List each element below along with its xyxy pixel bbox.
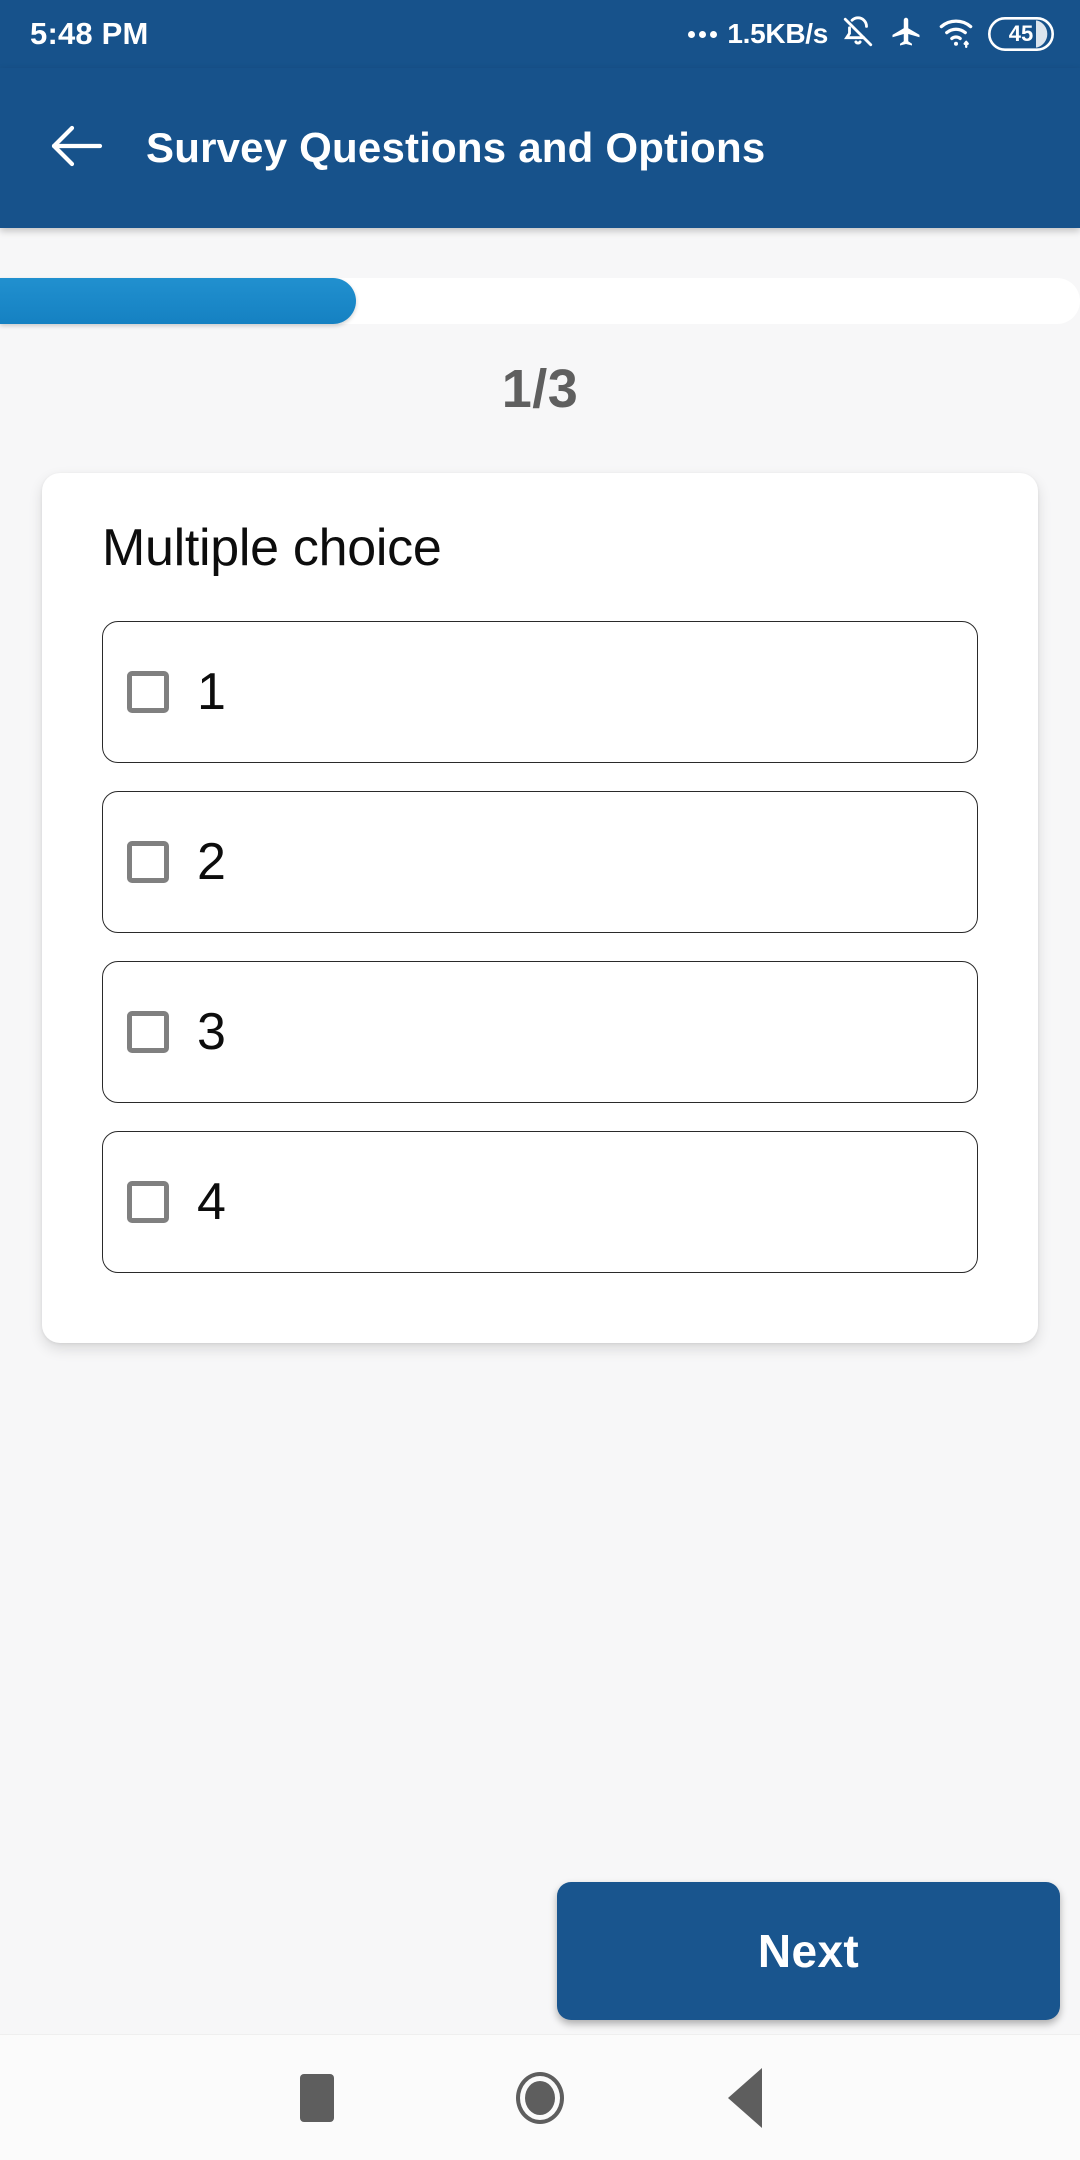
question-card: Multiple choice 1 2 3 4: [42, 473, 1038, 1343]
network-speed-label: 1.5KB/s: [727, 18, 828, 49]
airplane-mode-icon: [888, 14, 924, 55]
page-title: Survey Questions and Options: [146, 124, 766, 171]
survey-progress-fill: [0, 278, 357, 324]
option-label: 4: [197, 1172, 226, 1231]
option-row[interactable]: 3: [102, 960, 978, 1103]
home-button[interactable]: [470, 2035, 610, 2160]
option-label: 1: [197, 662, 226, 721]
status-bar: 5:48 PM 1.5KB/s 45: [0, 0, 1080, 68]
notifications-muted-icon: [841, 15, 875, 54]
circle-icon: [516, 2072, 564, 2124]
triangle-left-icon: [728, 2068, 762, 2128]
checkbox-icon[interactable]: [127, 670, 169, 713]
question-counter: 1/3: [501, 359, 579, 419]
battery-icon: 45: [988, 17, 1054, 51]
checkbox-icon[interactable]: [127, 1010, 169, 1053]
back-navigation-button[interactable]: [28, 100, 124, 196]
system-navigation-bar: [0, 2034, 1080, 2160]
overflow-dots-icon: [688, 30, 718, 38]
option-list: 1 2 3 4: [102, 620, 978, 1273]
option-row[interactable]: 4: [102, 1130, 978, 1273]
app-bar: Survey Questions and Options: [0, 68, 1080, 228]
option-label: 2: [197, 832, 226, 891]
question-title: Multiple choice: [102, 519, 442, 577]
recents-button[interactable]: [247, 2035, 387, 2160]
wifi-icon: [937, 15, 975, 54]
checkbox-icon[interactable]: [127, 1180, 169, 1223]
square-icon: [300, 2074, 334, 2122]
option-row[interactable]: 2: [102, 790, 978, 933]
status-icons-group: 1.5KB/s 45: [688, 14, 1054, 55]
battery-level-label: 45: [1008, 21, 1034, 46]
status-clock: 5:48 PM: [30, 16, 149, 51]
system-back-button[interactable]: [675, 2035, 815, 2160]
next-button[interactable]: Next: [557, 1882, 1060, 2020]
arrow-left-icon: [48, 123, 104, 174]
option-label: 3: [197, 1002, 226, 1061]
option-row[interactable]: 1: [102, 620, 978, 763]
checkbox-icon[interactable]: [127, 840, 169, 883]
survey-progress-bar: [0, 278, 1080, 324]
